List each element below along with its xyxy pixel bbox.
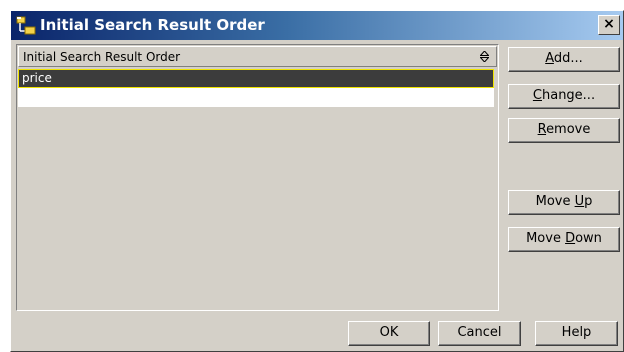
order-list[interactable]: price bbox=[18, 69, 497, 309]
close-icon: × bbox=[603, 16, 615, 32]
cancel-button[interactable]: Cancel bbox=[438, 321, 521, 346]
order-list-panel: Initial Search Result Order price bbox=[16, 44, 499, 311]
folder-tree-icon bbox=[16, 16, 36, 35]
ok-button[interactable]: OK bbox=[348, 321, 430, 346]
change-button[interactable]: Change... bbox=[508, 84, 620, 109]
list-item[interactable] bbox=[18, 88, 494, 107]
column-header-label: Initial Search Result Order bbox=[23, 50, 181, 64]
list-item[interactable]: price bbox=[18, 69, 494, 88]
remove-button[interactable]: Remove bbox=[508, 118, 620, 143]
dialog-window: Initial Search Result Order × Initial Se… bbox=[10, 10, 624, 352]
move-down-button[interactable]: Move Down bbox=[508, 227, 620, 252]
add-button[interactable]: Add... bbox=[508, 47, 620, 72]
title-bar[interactable]: Initial Search Result Order × bbox=[11, 11, 623, 40]
sort-icon bbox=[480, 51, 489, 62]
column-header[interactable]: Initial Search Result Order bbox=[18, 46, 497, 67]
close-button[interactable]: × bbox=[598, 15, 620, 35]
help-button[interactable]: Help bbox=[535, 321, 618, 346]
move-up-button[interactable]: Move Up bbox=[508, 190, 620, 215]
dialog-title: Initial Search Result Order bbox=[40, 16, 265, 34]
